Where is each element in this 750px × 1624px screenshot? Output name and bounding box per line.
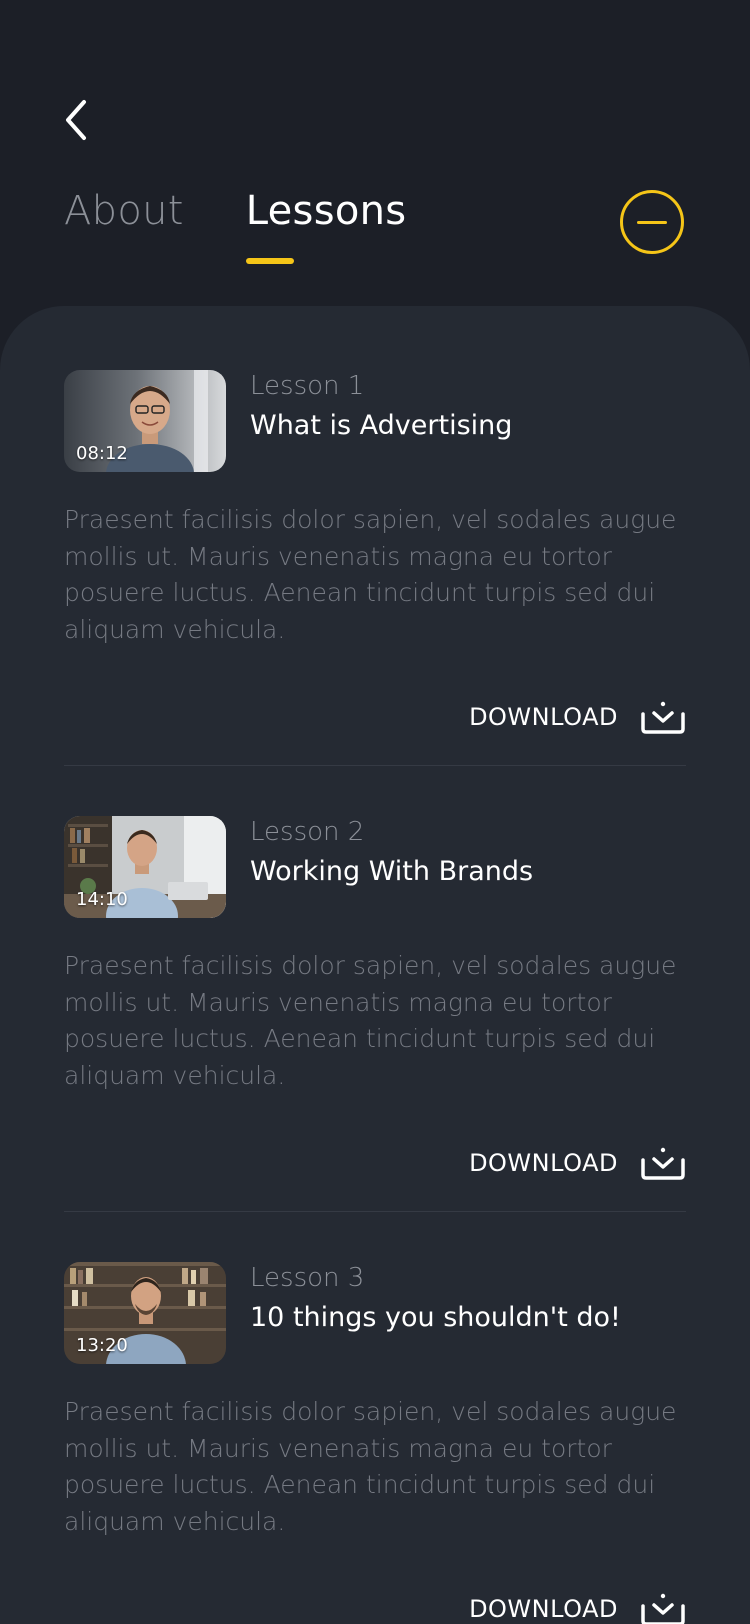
download-button[interactable]: DOWNLOAD bbox=[469, 1146, 686, 1180]
download-tray-icon bbox=[641, 1593, 685, 1624]
download-button[interactable]: DOWNLOAD bbox=[469, 700, 686, 734]
tab-lessons-label: Lessons bbox=[245, 188, 407, 234]
lessons-panel: 08:12 Lesson 1 What is Advertising Praes… bbox=[0, 306, 750, 1624]
lesson-number: Lesson 2 bbox=[250, 817, 365, 847]
lesson-title[interactable]: What is Advertising bbox=[250, 406, 512, 446]
lesson-number: Lesson 3 bbox=[250, 1263, 365, 1293]
lesson-description: Praesent facilisis dolor sapien, vel sod… bbox=[64, 1397, 677, 1536]
lesson-thumbnail[interactable]: 08:12 bbox=[64, 370, 226, 472]
lesson-item: 08:12 Lesson 1 What is Advertising Praes… bbox=[64, 370, 686, 734]
lesson-duration: 08:12 bbox=[76, 443, 128, 464]
download-label: DOWNLOAD bbox=[469, 703, 618, 731]
tab-lessons[interactable]: Lessons bbox=[245, 188, 407, 264]
download-label: DOWNLOAD bbox=[469, 1595, 618, 1623]
lesson-title[interactable]: 10 things you shouldn't do! bbox=[250, 1298, 621, 1338]
lesson-description: Praesent facilisis dolor sapien, vel sod… bbox=[64, 505, 677, 644]
lesson-title[interactable]: Working With Brands bbox=[250, 852, 533, 892]
tab-bar: About Lessons bbox=[64, 188, 407, 264]
tab-about-label: About bbox=[64, 188, 184, 234]
back-button[interactable] bbox=[56, 96, 96, 144]
tab-about[interactable]: About bbox=[64, 188, 184, 234]
lesson-duration: 13:20 bbox=[76, 1335, 128, 1356]
divider bbox=[64, 1211, 686, 1212]
minus-icon bbox=[637, 220, 667, 224]
lesson-description: Praesent facilisis dolor sapien, vel sod… bbox=[64, 951, 677, 1090]
lesson-number: Lesson 1 bbox=[250, 371, 365, 401]
download-tray-icon bbox=[641, 1147, 685, 1180]
download-label: DOWNLOAD bbox=[469, 1149, 618, 1177]
chevron-left-icon bbox=[66, 100, 86, 140]
active-tab-indicator bbox=[245, 258, 294, 264]
collapse-button[interactable] bbox=[620, 190, 684, 254]
download-button[interactable]: DOWNLOAD bbox=[469, 1592, 686, 1624]
download-tray-icon bbox=[641, 701, 685, 734]
lesson-thumbnail[interactable]: 13:20 bbox=[64, 1262, 226, 1364]
divider bbox=[64, 765, 686, 766]
lesson-duration: 14:10 bbox=[76, 889, 128, 910]
lesson-item: 13:20 Lesson 3 10 things you shouldn't d… bbox=[64, 1262, 686, 1624]
lesson-item: 14:10 Lesson 2 Working With Brands Praes… bbox=[64, 816, 686, 1180]
lesson-thumbnail[interactable]: 14:10 bbox=[64, 816, 226, 918]
